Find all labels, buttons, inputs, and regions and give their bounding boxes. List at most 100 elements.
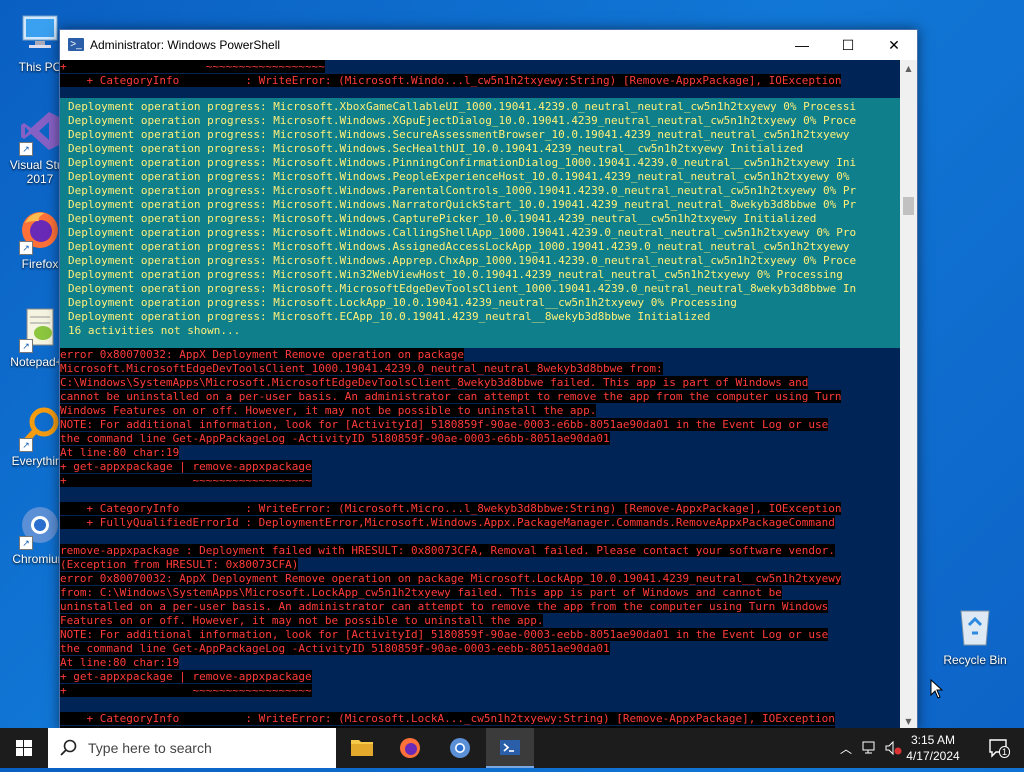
chromium-icon: [450, 738, 470, 758]
console-line: from: C:\Windows\SystemApps\Microsoft.Lo…: [60, 586, 900, 600]
progress-line: Deployment operation progress: Microsoft…: [68, 226, 857, 239]
scroll-up-icon[interactable]: ▲: [900, 60, 917, 77]
console-line: + ~~~~~~~~~~~~~~~~~~: [60, 60, 900, 74]
shortcut-arrow-icon: ↗: [19, 142, 33, 156]
progress-line: Deployment operation progress: Microsoft…: [68, 100, 857, 113]
console-line: + CategoryInfo : WriteError: (Microsoft.…: [60, 502, 900, 516]
taskbar-powershell[interactable]: [486, 728, 534, 768]
windows-logo-icon: [16, 740, 32, 756]
progress-line: Deployment operation progress: Microsoft…: [68, 254, 857, 267]
error-text: uninstalled on a per-user basis. An admi…: [60, 600, 829, 613]
error-text: remove-appxpackage : Deployment failed w…: [60, 544, 835, 557]
vertical-scrollbar[interactable]: ▲ ▼: [900, 60, 917, 730]
console-line: At line:80 char:19: [60, 656, 900, 670]
progress-line: Deployment operation progress: Microsoft…: [68, 142, 804, 155]
error-text: + ~~~~~~~~~~~~~~~~~~: [60, 60, 325, 73]
error-text: Features on or off. However, it may not …: [60, 614, 544, 627]
error-text: + get-appxpackage | remove-appxpackage: [60, 460, 312, 473]
powershell-icon: [500, 740, 520, 755]
shortcut-arrow-icon: ↗: [19, 536, 33, 550]
system-tray: ︿: [836, 728, 906, 768]
error-text: NOTE: For additional information, look f…: [60, 418, 829, 431]
console-line: + get-appxpackage | remove-appxpackage: [60, 460, 900, 474]
start-button[interactable]: [0, 728, 48, 768]
shortcut-arrow-icon: ↗: [19, 438, 33, 452]
progress-line: Deployment operation progress: Microsoft…: [68, 282, 857, 295]
desktop-icon-recycle-bin[interactable]: Recycle Bin: [935, 603, 1015, 667]
console-line: + ~~~~~~~~~~~~~~~~~~: [60, 474, 900, 488]
window-titlebar[interactable]: >_ Administrator: Windows PowerShell — ☐…: [60, 30, 917, 60]
minimize-button[interactable]: —: [779, 30, 825, 60]
visual-studio-icon: ↗: [17, 108, 63, 156]
console-line: + CategoryInfo : WriteError: (Microsoft.…: [60, 74, 900, 88]
close-button[interactable]: ✕: [871, 30, 917, 60]
error-text: Windows Features on or off. However, it …: [60, 404, 597, 417]
powershell-icon: >_: [68, 38, 84, 51]
progress-line: Deployment operation progress: Microsoft…: [68, 198, 857, 211]
console-line: error 0x80070032: AppX Deployment Remove…: [60, 348, 900, 362]
console-line: NOTE: For additional information, look f…: [60, 628, 900, 642]
search-placeholder: Type here to search: [88, 740, 212, 756]
taskbar-file-explorer[interactable]: [338, 728, 386, 768]
taskbar-firefox[interactable]: [386, 728, 434, 768]
taskbar-chromium[interactable]: [436, 728, 484, 768]
notification-count-badge: 1: [999, 746, 1011, 758]
console-line: the command line Get-AppPackageLog -Acti…: [60, 642, 900, 656]
progress-line: Deployment operation progress: Microsoft…: [68, 156, 857, 169]
error-text: At line:80 char:19: [60, 446, 180, 459]
console-line: + get-appxpackage | remove-appxpackage: [60, 670, 900, 684]
console-line: Windows Features on or off. However, it …: [60, 404, 900, 418]
console-line: error 0x80070032: AppX Deployment Remove…: [60, 572, 900, 586]
chevron-up-icon[interactable]: ︿: [840, 740, 852, 757]
error-text: At line:80 char:19: [60, 656, 180, 669]
progress-line: Deployment operation progress: Microsoft…: [68, 170, 850, 183]
error-text: error 0x80070032: AppX Deployment Remove…: [60, 348, 464, 361]
progress-line: Deployment operation progress: Microsoft…: [68, 184, 857, 197]
console-line: + ~~~~~~~~~~~~~~~~~~: [60, 684, 900, 698]
progress-block: Deployment operation progress: Microsoft…: [60, 98, 900, 348]
error-text: + CategoryInfo : WriteError: (Microsoft.…: [60, 712, 835, 725]
firefox-icon: ↗: [17, 207, 63, 255]
network-icon[interactable]: [862, 740, 878, 756]
progress-line: Deployment operation progress: Microsoft…: [68, 212, 817, 225]
shortcut-arrow-icon: ↗: [19, 339, 33, 353]
console-line: At line:80 char:19: [60, 446, 900, 460]
error-text: + CategoryInfo : WriteError: (Microsoft.…: [60, 502, 842, 515]
clock-date: 4/17/2024: [906, 749, 960, 763]
taskbar-search-box[interactable]: Type here to search: [48, 728, 336, 768]
console-line: C:\Windows\SystemApps\Microsoft.Microsof…: [60, 376, 900, 390]
error-text: the command line Get-AppPackageLog -Acti…: [60, 432, 610, 445]
desktop-icon-label: Recycle Bin: [943, 653, 1007, 667]
powershell-window[interactable]: >_ Administrator: Windows PowerShell — ☐…: [59, 29, 918, 731]
error-text: the command line Get-AppPackageLog -Acti…: [60, 642, 610, 655]
search-magnifier-icon: ↗: [17, 404, 63, 452]
shortcut-arrow-icon: ↗: [19, 241, 33, 255]
console-line: + FullyQualifiedErrorId : DeploymentErro…: [60, 516, 900, 530]
error-text: + CategoryInfo : WriteError: (Microsoft.…: [60, 74, 842, 87]
error-text: + ~~~~~~~~~~~~~~~~~~: [60, 474, 312, 487]
mouse-cursor-icon: [930, 679, 944, 699]
console-output[interactable]: + ~~~~~~~~~~~~~~~~~~ + CategoryInfo : Wr…: [60, 60, 900, 730]
search-icon: [60, 739, 77, 756]
error-text: cannot be uninstalled on a per-user basi…: [60, 390, 842, 403]
console-line: NOTE: For additional information, look f…: [60, 418, 900, 432]
progress-line: Deployment operation progress: Microsoft…: [68, 240, 850, 253]
maximize-button[interactable]: ☐: [825, 30, 871, 60]
chromium-icon: ↗: [17, 502, 63, 550]
notification-center-button[interactable]: 1: [988, 738, 1011, 758]
console-line: Features on or off. However, it may not …: [60, 614, 900, 628]
notepad-plus-plus-icon: ↗: [17, 305, 63, 353]
progress-line: Deployment operation progress: Microsoft…: [68, 296, 737, 309]
taskbar-clock[interactable]: 3:15 AM 4/17/2024: [898, 732, 968, 764]
error-block: error 0x80070032: AppX Deployment Remove…: [60, 348, 900, 730]
error-text: NOTE: For additional information, look f…: [60, 628, 829, 641]
progress-line: Deployment operation progress: Microsoft…: [68, 310, 711, 323]
error-text: + get-appxpackage | remove-appxpackage: [60, 670, 312, 683]
progress-line: 16 activities not shown...: [68, 324, 241, 337]
firefox-icon: [400, 738, 420, 758]
scrollbar-thumb[interactable]: [903, 197, 914, 215]
error-text: from: C:\Windows\SystemApps\Microsoft.Lo…: [60, 586, 782, 599]
